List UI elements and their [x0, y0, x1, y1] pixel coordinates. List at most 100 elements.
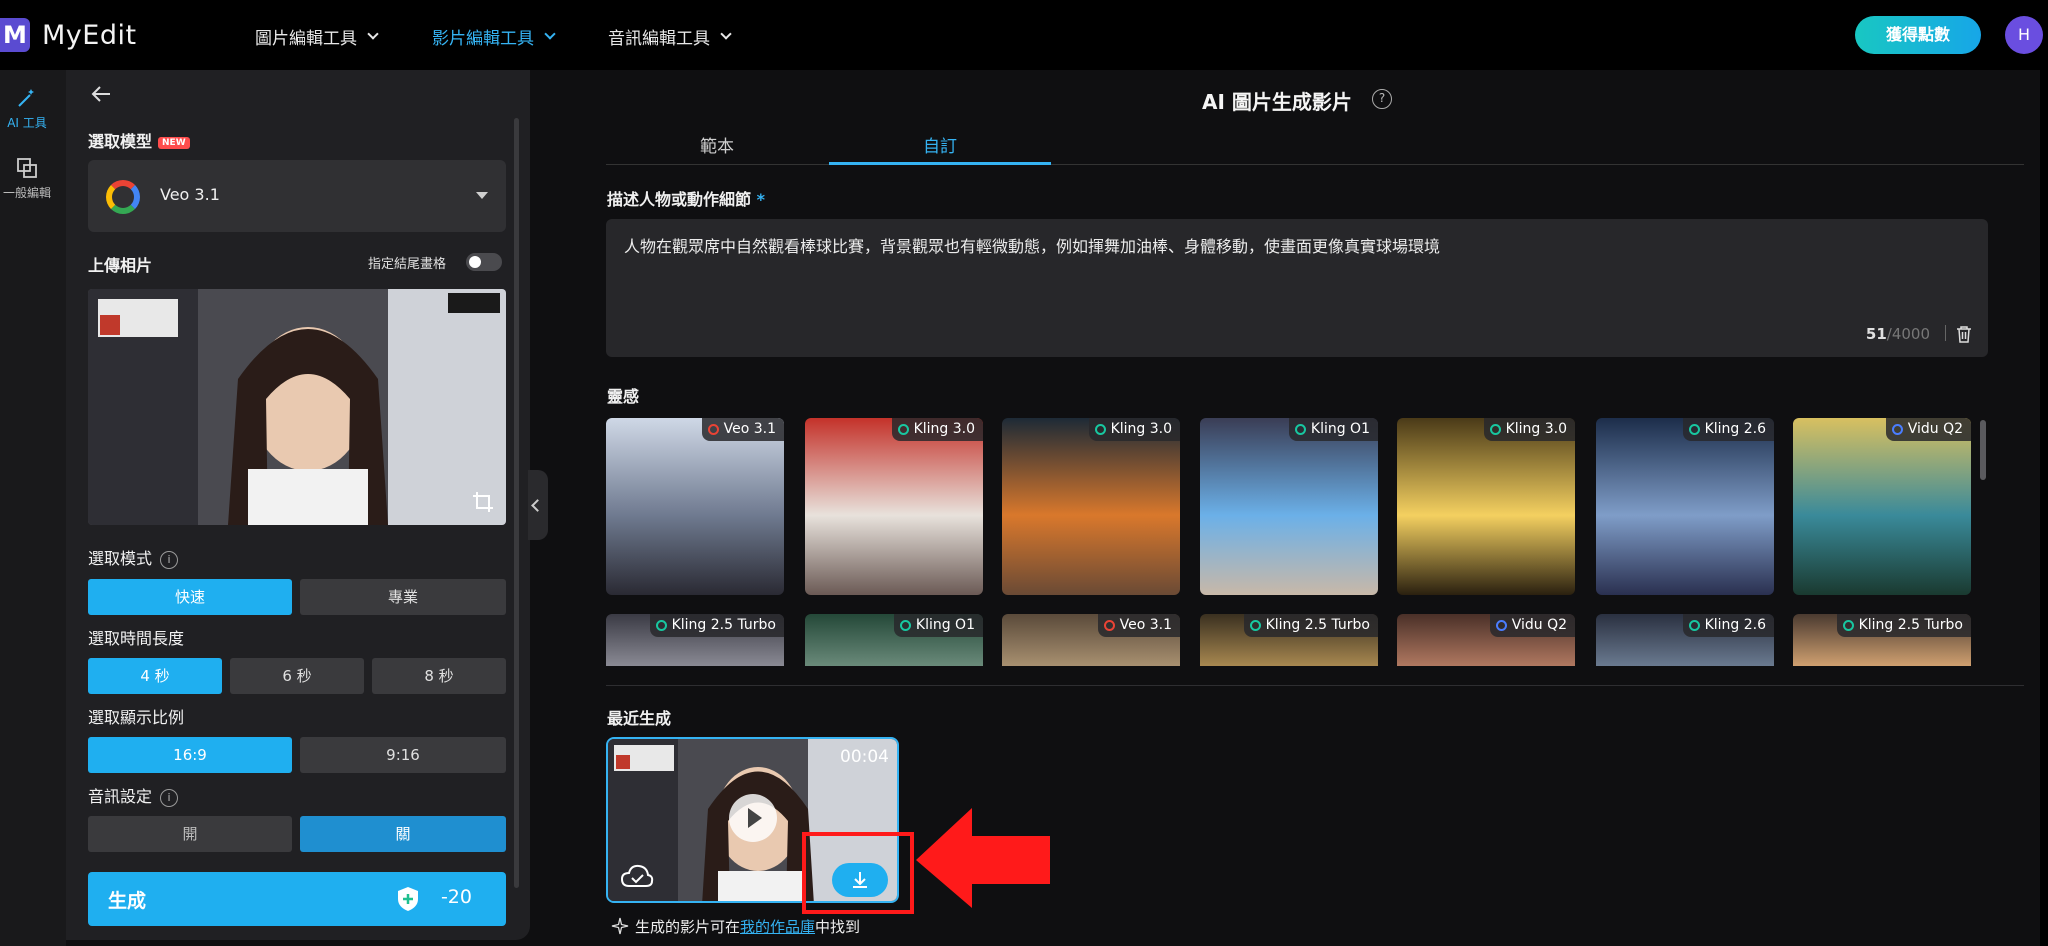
sparkle-icon: [611, 917, 629, 935]
recent-label: 最近生成: [607, 709, 672, 728]
video-duration: 00:04: [840, 747, 889, 767]
inspiration-card[interactable]: Veo 3.1: [1002, 614, 1180, 666]
model-logo-icon: [655, 619, 667, 631]
avatar[interactable]: H: [2005, 16, 2043, 54]
logo-icon[interactable]: M: [0, 18, 30, 52]
mode-pro-button[interactable]: 專業: [300, 579, 506, 615]
duration-6s-button[interactable]: 6 秒: [230, 658, 364, 694]
duration-label: 選取時間長度: [88, 629, 185, 648]
google-logo-icon: [106, 180, 140, 214]
audio-on-button[interactable]: 開: [88, 816, 292, 852]
library-link[interactable]: 我的作品庫: [740, 918, 815, 936]
nav-image-tools[interactable]: 圖片編輯工具: [255, 24, 379, 49]
end-frame-toggle[interactable]: [466, 253, 502, 271]
generate-button[interactable]: 生成 -20: [88, 872, 506, 926]
inspiration-card[interactable]: Kling 3.0: [1002, 418, 1180, 595]
get-credits-button[interactable]: 獲得點數: [1855, 16, 1981, 54]
mode-fast-button[interactable]: 快速: [88, 579, 292, 615]
inspiration-card[interactable]: Vidu Q2: [1397, 614, 1575, 666]
model-tag: Kling 2.6: [1682, 418, 1774, 441]
model-tag-label: Kling 2.5 Turbo: [1265, 617, 1370, 633]
library-hint: 生成的影片可在我的作品庫中找到: [611, 916, 860, 937]
help-icon[interactable]: ?: [1372, 89, 1392, 109]
model-logo-icon: [1294, 423, 1306, 435]
model-tag-label: Kling 2.6: [1704, 421, 1766, 437]
chevron-down-icon: [367, 28, 379, 40]
ratio-16-9-button[interactable]: 16:9: [88, 737, 292, 773]
back-arrow-icon[interactable]: [90, 84, 112, 104]
prompt-textarea[interactable]: 人物在觀眾席中自然觀看棒球比賽，背景觀眾也有輕微動態，例如揮舞加油棒、身體移動，…: [606, 219, 1988, 357]
model-tag-label: Kling 2.5 Turbo: [1858, 617, 1963, 633]
divider: [606, 685, 2024, 686]
inspiration-card[interactable]: Kling 2.6: [1596, 418, 1774, 595]
tab-templates[interactable]: 範本: [700, 132, 734, 157]
model-logo-icon: [1249, 619, 1261, 631]
model-select[interactable]: Veo 3.1: [88, 160, 506, 232]
model-value: Veo 3.1: [160, 185, 220, 204]
inspiration-card[interactable]: Kling 3.0: [805, 418, 983, 595]
inspiration-scrollbar[interactable]: [1980, 420, 1986, 480]
required-mark: *: [756, 190, 765, 209]
model-logo-icon: [1094, 423, 1106, 435]
model-logo-icon: [1688, 619, 1700, 631]
ratio-label: 選取顯示比例: [88, 708, 185, 727]
inspiration-card[interactable]: Kling 2.5 Turbo: [1200, 614, 1378, 666]
model-label: 選取模型 NEW: [88, 128, 190, 152]
model-tag: Kling O1: [893, 614, 983, 637]
rail-item-general-edit[interactable]: 一般編輯: [0, 156, 54, 201]
generate-cost: -20: [440, 886, 472, 908]
model-tag-label: Veo 3.1: [723, 421, 776, 437]
model-tag-label: Kling O1: [915, 617, 975, 633]
model-logo-icon: [1489, 423, 1501, 435]
ratio-9-16-button[interactable]: 9:16: [300, 737, 506, 773]
top-header: M MyEdit 圖片編輯工具 影片編輯工具 音訊編輯工具 獲得點數 H: [0, 0, 2048, 70]
model-tag-label: Kling 3.0: [1110, 421, 1172, 437]
model-tag-label: Vidu Q2: [1511, 617, 1567, 633]
duration-8s-button[interactable]: 8 秒: [372, 658, 506, 694]
logo-text[interactable]: MyEdit: [42, 20, 137, 51]
model-logo-icon: [707, 423, 719, 435]
model-tag-label: Veo 3.1: [1119, 617, 1172, 633]
nav-video-tools[interactable]: 影片編輯工具: [432, 24, 556, 49]
uploaded-photo[interactable]: [88, 289, 506, 525]
inspiration-card[interactable]: Kling O1: [805, 614, 983, 666]
panel-scrollbar[interactable]: [514, 118, 519, 888]
nav-label: 圖片編輯工具: [255, 29, 357, 49]
nav-audio-tools[interactable]: 音訊編輯工具: [608, 24, 732, 49]
cloud-check-icon: [620, 864, 654, 887]
photo-thumbnail: [88, 289, 506, 525]
play-icon[interactable]: [729, 794, 777, 842]
inspiration-card[interactable]: Vidu Q2: [1793, 418, 1971, 595]
upload-label: 上傳相片: [88, 256, 153, 275]
rail-label: AI 工具: [7, 116, 47, 130]
prompt-text: 人物在觀眾席中自然觀看棒球比賽，背景觀眾也有輕微動態，例如揮舞加油棒、身體移動，…: [624, 237, 1441, 256]
caret-down-icon: [476, 192, 488, 199]
collapse-panel-button[interactable]: [528, 470, 548, 540]
duration-4s-button[interactable]: 4 秒: [88, 658, 222, 694]
inspiration-card[interactable]: Kling 2.5 Turbo: [606, 614, 784, 666]
crop-icon[interactable]: [472, 491, 494, 513]
model-tag: Vidu Q2: [1885, 418, 1971, 441]
pointer-arrow-icon: [916, 808, 1050, 908]
inspiration-card[interactable]: Kling O1: [1200, 418, 1378, 595]
audio-off-button[interactable]: 關: [300, 816, 506, 852]
window-edge: [2040, 70, 2048, 946]
inspiration-card[interactable]: Veo 3.1: [606, 418, 784, 595]
tab-custom[interactable]: 自訂: [923, 132, 957, 157]
rail-label: 一般編輯: [2, 186, 51, 200]
inspiration-card[interactable]: Kling 2.5 Turbo: [1793, 614, 1971, 666]
chevron-down-icon: [720, 28, 732, 40]
model-tag: Kling 2.5 Turbo: [649, 614, 784, 637]
model-logo-icon: [899, 619, 911, 631]
model-tag: Kling 3.0: [1088, 418, 1180, 441]
divider: [1945, 325, 1946, 341]
trash-icon[interactable]: [1956, 325, 1972, 343]
inspiration-card[interactable]: Kling 2.6: [1596, 614, 1774, 666]
settings-panel: 選取模型 NEW Veo 3.1 上傳相片 指定結尾畫格 選取模式 i 快速 專業 …: [66, 70, 530, 940]
credit-shield-icon: [398, 887, 418, 911]
inspiration-card[interactable]: Kling 3.0: [1397, 418, 1575, 595]
highlight-box: [802, 832, 914, 914]
model-tag-label: Kling 3.0: [1505, 421, 1567, 437]
generate-label: 生成: [108, 890, 147, 912]
rail-item-ai-tools[interactable]: AI 工具: [0, 86, 54, 131]
